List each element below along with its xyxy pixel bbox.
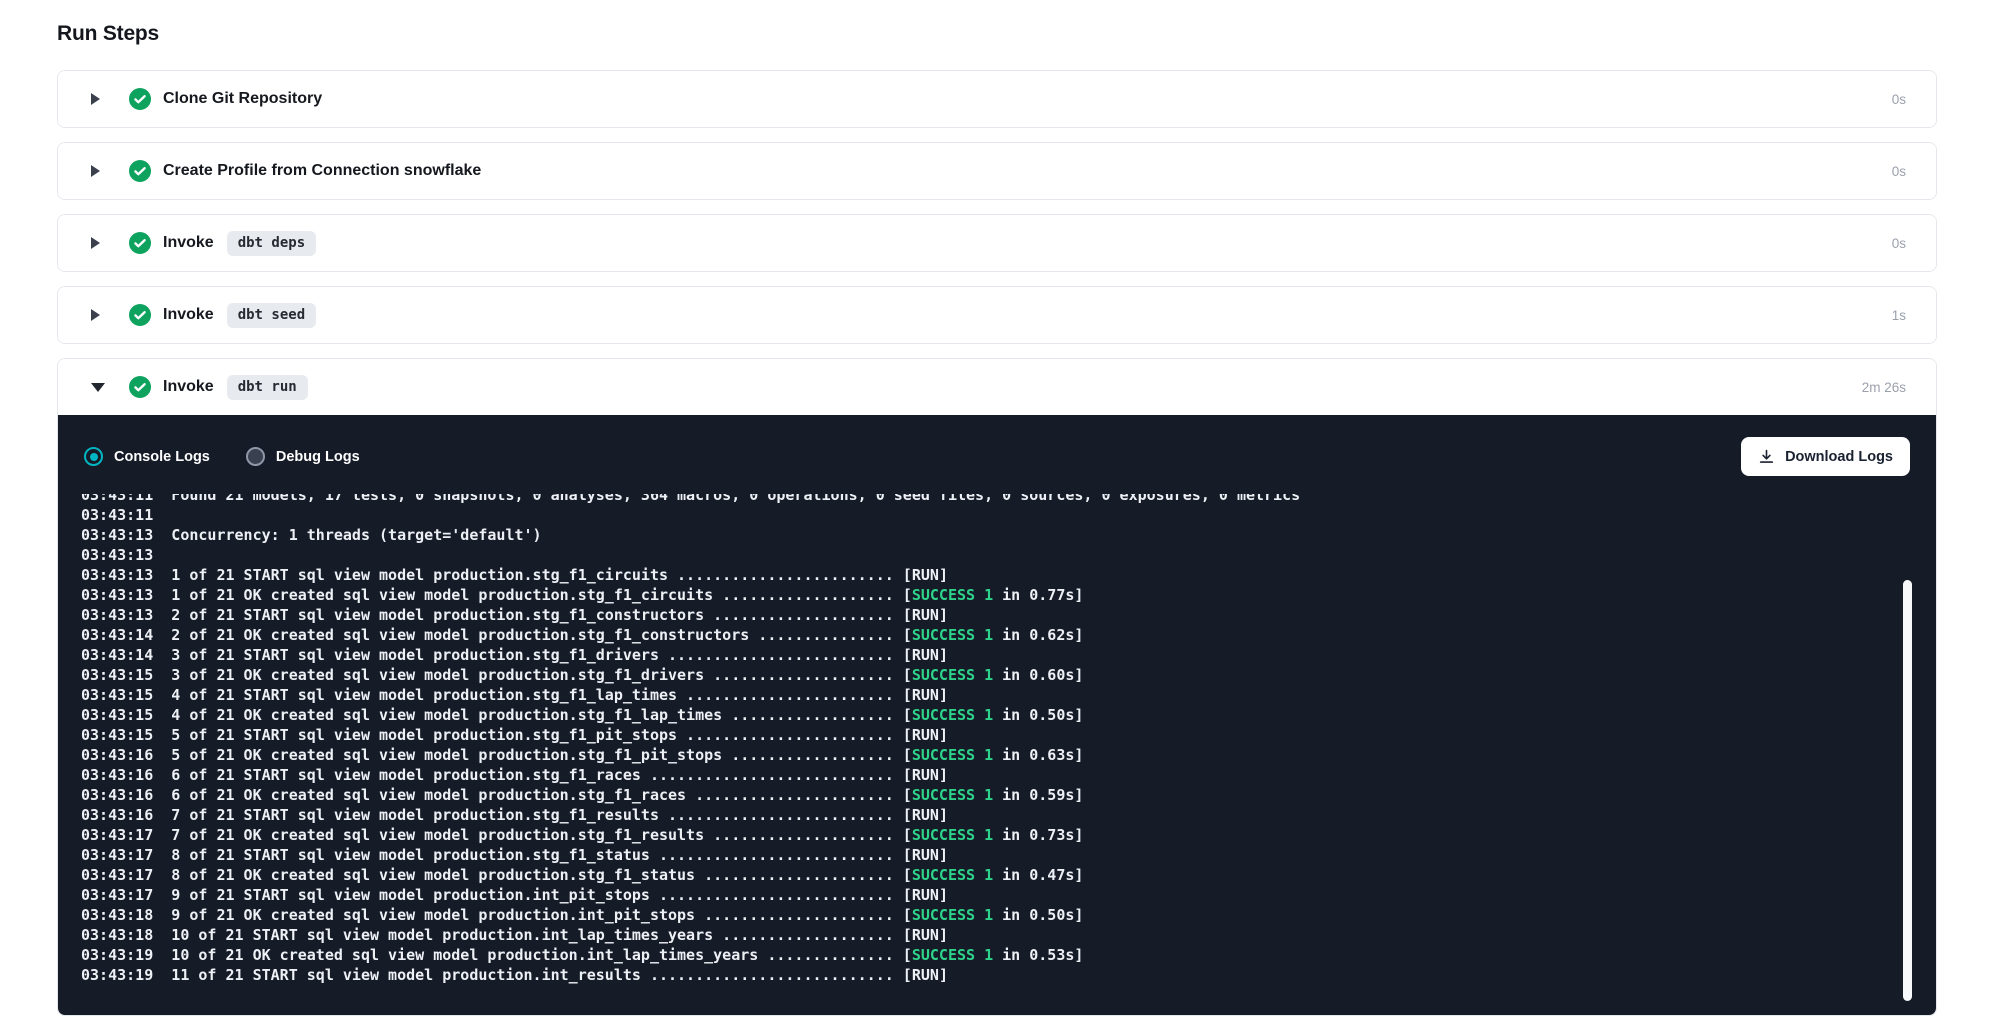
chevron-right-icon[interactable] [91,165,105,177]
log-line: 03:43:16 7 of 21 START sql view model pr… [81,805,1876,825]
log-line: 03:43:17 9 of 21 START sql view model pr… [81,885,1876,905]
radio-selected-icon [84,447,103,466]
step-label: Invoke [163,378,214,396]
log-line: 03:43:19 10 of 21 OK created sql view mo… [81,945,1876,965]
run-step-dbt-deps: Invoke dbt deps 0s [57,214,1937,272]
log-status: SUCCESS 1 [912,706,993,724]
log-status: RUN [912,726,939,744]
run-steps-page: Run Steps Clone Git Repository 0s Create… [0,0,2000,1016]
log-status: SUCCESS 1 [912,666,993,684]
step-header[interactable]: Clone Git Repository 0s [58,71,1936,127]
log-status: RUN [912,806,939,824]
step-duration: 1s [1892,308,1906,323]
log-status: SUCCESS 1 [912,906,993,924]
log-status: RUN [912,926,939,944]
success-check-icon [129,88,151,110]
log-status: RUN [912,846,939,864]
log-line: 03:43:17 8 of 21 OK created sql view mod… [81,865,1876,885]
log-line: 03:43:18 10 of 21 START sql view model p… [81,925,1876,945]
log-line: 03:43:13 1 of 21 OK created sql view mod… [81,585,1876,605]
log-line: 03:43:15 4 of 21 OK created sql view mod… [81,705,1876,725]
radio-label: Console Logs [114,449,210,465]
success-check-icon [129,160,151,182]
log-line: 03:43:15 3 of 21 OK created sql view mod… [81,665,1876,685]
log-status: SUCCESS 1 [912,866,993,884]
log-status: RUN [912,766,939,784]
console-log-area[interactable]: 03:43:11 Found 21 models, 17 tests, 0 sn… [58,494,1936,1015]
success-check-icon [129,304,151,326]
success-check-icon [129,376,151,398]
command-chip: dbt deps [227,231,316,256]
log-line: 03:43:13 Concurrency: 1 threads (target=… [81,525,1876,545]
chevron-right-icon[interactable] [91,309,105,321]
log-line: 03:43:14 3 of 21 START sql view model pr… [81,645,1876,665]
step-label: Create Profile from Connection snowflake [163,162,481,180]
step-header[interactable]: Invoke dbt run 2m 26s [58,359,1936,415]
log-line: 03:43:11 Found 21 models, 17 tests, 0 sn… [81,494,1876,505]
run-step-dbt-run: Invoke dbt run 2m 26s Console Logs Debug… [57,358,1937,1016]
log-line: 03:43:18 9 of 21 OK created sql view mod… [81,905,1876,925]
success-check-icon [129,232,151,254]
step-duration: 0s [1892,92,1906,107]
step-header[interactable]: Invoke dbt seed 1s [58,287,1936,343]
log-status: RUN [912,886,939,904]
step-label: Invoke [163,234,214,252]
step-duration: 0s [1892,236,1906,251]
log-line: 03:43:11 [81,505,1876,525]
log-status: RUN [912,966,939,984]
log-line: 03:43:13 2 of 21 START sql view model pr… [81,605,1876,625]
log-status: SUCCESS 1 [912,746,993,764]
download-icon [1758,448,1775,465]
page-title: Run Steps [57,22,1937,46]
chevron-down-icon[interactable] [91,383,105,392]
chevron-right-icon[interactable] [91,237,105,249]
radio-label: Debug Logs [276,449,360,465]
step-header[interactable]: Create Profile from Connection snowflake… [58,143,1936,199]
log-status: RUN [912,646,939,664]
command-chip: dbt run [227,375,308,400]
log-status: SUCCESS 1 [912,946,993,964]
log-line: 03:43:19 11 of 21 START sql view model p… [81,965,1876,985]
log-line: 03:43:16 6 of 21 START sql view model pr… [81,765,1876,785]
run-step-create-profile: Create Profile from Connection snowflake… [57,142,1937,200]
console-panel: Console Logs Debug Logs Download Logs 03… [58,415,1936,1015]
log-status: SUCCESS 1 [912,586,993,604]
step-label: Invoke [163,306,214,324]
log-line: 03:43:13 [81,545,1876,565]
log-line: 03:43:16 5 of 21 OK created sql view mod… [81,745,1876,765]
download-logs-button[interactable]: Download Logs [1741,437,1910,476]
log-status: RUN [912,566,939,584]
run-step-clone-git: Clone Git Repository 0s [57,70,1937,128]
step-duration: 0s [1892,164,1906,179]
chevron-right-icon[interactable] [91,93,105,105]
step-label: Clone Git Repository [163,90,322,108]
console-toolbar: Console Logs Debug Logs Download Logs [58,415,1936,494]
download-label: Download Logs [1785,449,1893,465]
step-duration: 2m 26s [1862,380,1906,395]
log-status: SUCCESS 1 [912,826,993,844]
scrollbar-thumb[interactable] [1903,580,1912,1001]
log-line: 03:43:17 7 of 21 OK created sql view mod… [81,825,1876,845]
command-chip: dbt seed [227,303,316,328]
log-line: 03:43:15 5 of 21 START sql view model pr… [81,725,1876,745]
step-header[interactable]: Invoke dbt deps 0s [58,215,1936,271]
log-line: 03:43:13 1 of 21 START sql view model pr… [81,565,1876,585]
log-status: RUN [912,686,939,704]
console-log-output: 03:43:11 Found 21 models, 17 tests, 0 sn… [58,494,1936,985]
log-line: 03:43:17 8 of 21 START sql view model pr… [81,845,1876,865]
debug-logs-radio[interactable]: Debug Logs [246,447,360,466]
log-line: 03:43:15 4 of 21 START sql view model pr… [81,685,1876,705]
log-line: 03:43:14 2 of 21 OK created sql view mod… [81,625,1876,645]
console-logs-radio[interactable]: Console Logs [84,447,210,466]
log-status: SUCCESS 1 [912,626,993,644]
log-line: 03:43:16 6 of 21 OK created sql view mod… [81,785,1876,805]
log-status: RUN [912,606,939,624]
log-status: SUCCESS 1 [912,786,993,804]
run-step-dbt-seed: Invoke dbt seed 1s [57,286,1937,344]
radio-unselected-icon [246,447,265,466]
